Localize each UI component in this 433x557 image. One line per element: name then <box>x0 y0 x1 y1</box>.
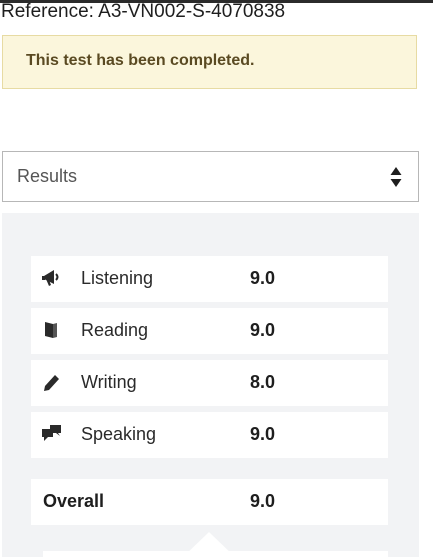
detail-card-top <box>43 551 388 557</box>
result-score: 9.0 <box>250 424 276 444</box>
pencil-icon <box>44 375 59 391</box>
overall-row: Overall 9.0 <box>31 479 388 525</box>
overall-label: Overall <box>43 491 105 511</box>
result-row-writing: Writing 8.0 <box>31 360 388 406</box>
reference-text: Reference: A3-VN002-S-4070838 <box>1 1 286 22</box>
result-score: 8.0 <box>250 372 276 392</box>
completion-notice: This test has been completed. <box>2 35 417 89</box>
result-row-listening: Listening 9.0 <box>31 256 388 302</box>
overall-score: 9.0 <box>250 491 276 511</box>
result-row-speaking: Speaking 9.0 <box>31 412 388 458</box>
result-row-reading: Reading 9.0 <box>31 308 388 354</box>
notice-text: This test has been completed. <box>26 52 255 69</box>
result-label: Listening <box>81 268 154 288</box>
sort-arrows-icon <box>390 167 402 187</box>
result-label: Reading <box>81 320 149 340</box>
result-label: Speaking <box>81 424 157 444</box>
select-value: Results <box>17 166 78 186</box>
result-score: 9.0 <box>250 268 276 288</box>
megaphone-icon <box>42 270 59 286</box>
result-score: 9.0 <box>250 320 276 340</box>
results-select[interactable]: Results <box>2 151 419 202</box>
book-icon <box>45 322 57 338</box>
result-label: Writing <box>81 372 137 392</box>
speech-bubbles-icon <box>42 425 61 441</box>
